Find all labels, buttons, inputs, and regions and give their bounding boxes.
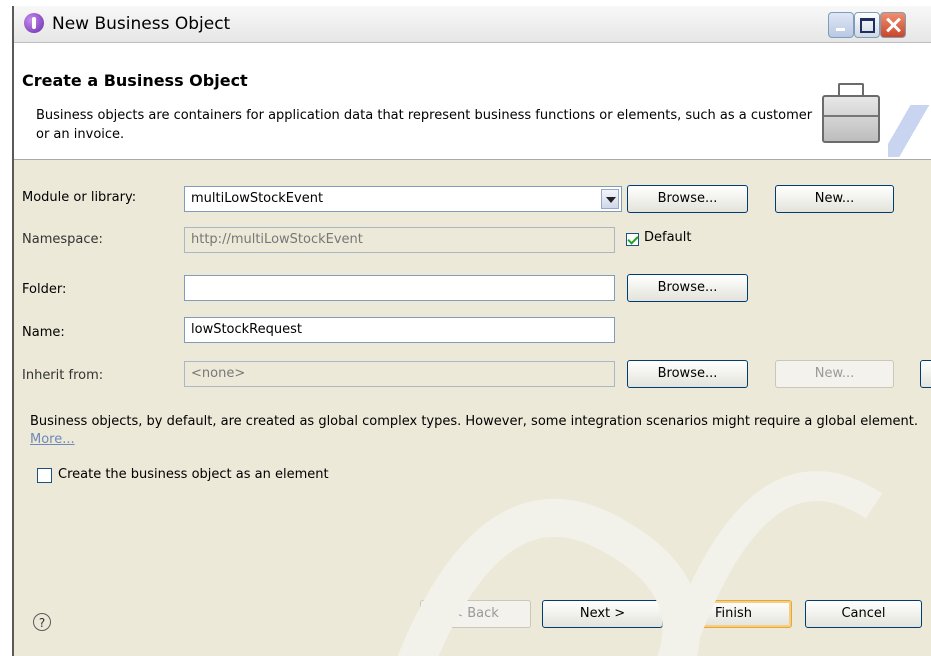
back-button[interactable]: < Back xyxy=(420,600,531,628)
help-icon[interactable]: ? xyxy=(33,613,51,631)
element-checkbox[interactable] xyxy=(37,468,52,483)
name-label: Name: xyxy=(22,325,65,340)
app-icon xyxy=(24,13,44,33)
name-field[interactable]: lowStockRequest xyxy=(184,317,615,343)
namespace-field[interactable]: http://multiLowStockEvent xyxy=(184,227,615,253)
module-select[interactable]: multiLowStockEvent xyxy=(184,186,622,212)
default-label: Default xyxy=(644,230,692,245)
module-value: multiLowStockEvent xyxy=(191,191,324,206)
folder-label: Folder: xyxy=(22,282,67,297)
finish-button[interactable]: Finish xyxy=(675,600,792,628)
element-checkbox-label: Create the business object as an element xyxy=(58,467,329,482)
wizard-banner: Create a Business Object Business object… xyxy=(14,43,931,160)
module-new-button[interactable]: New... xyxy=(775,185,894,213)
default-checkbox[interactable] xyxy=(626,233,639,246)
briefcase-icon xyxy=(822,83,880,143)
module-label: Module or library: xyxy=(22,190,137,205)
inherit-browse-button[interactable]: Browse... xyxy=(627,360,748,388)
more-link[interactable]: More... xyxy=(30,432,75,447)
module-browse-button[interactable]: Browse... xyxy=(627,185,748,213)
info-text: Business objects, by default, are create… xyxy=(30,413,925,449)
namespace-label: Namespace: xyxy=(22,232,103,247)
window-title: New Business Object xyxy=(52,14,231,34)
info-description: Business objects, by default, are create… xyxy=(30,414,919,429)
cancel-button[interactable]: Cancel xyxy=(805,600,922,628)
next-button[interactable]: Next > xyxy=(542,600,663,628)
banner-accent xyxy=(888,105,931,157)
folder-browse-button[interactable]: Browse... xyxy=(627,274,748,302)
banner-description: Business objects are containers for appl… xyxy=(36,108,813,142)
folder-field[interactable] xyxy=(184,275,615,301)
banner-heading: Create a Business Object xyxy=(22,71,248,90)
inherit-new-button[interactable]: New... xyxy=(775,360,894,388)
inherit-field[interactable]: <none> xyxy=(184,361,615,387)
maximize-icon[interactable] xyxy=(854,12,880,38)
close-icon[interactable] xyxy=(880,12,906,38)
new-business-object-dialog: New Business Object Create a Business Ob… xyxy=(12,6,931,656)
title-bar: New Business Object xyxy=(14,6,931,43)
chevron-down-icon[interactable] xyxy=(601,189,619,209)
inherit-extra-button[interactable] xyxy=(920,360,931,388)
minimize-icon[interactable] xyxy=(828,12,854,38)
inherit-label: Inherit from: xyxy=(22,368,104,383)
